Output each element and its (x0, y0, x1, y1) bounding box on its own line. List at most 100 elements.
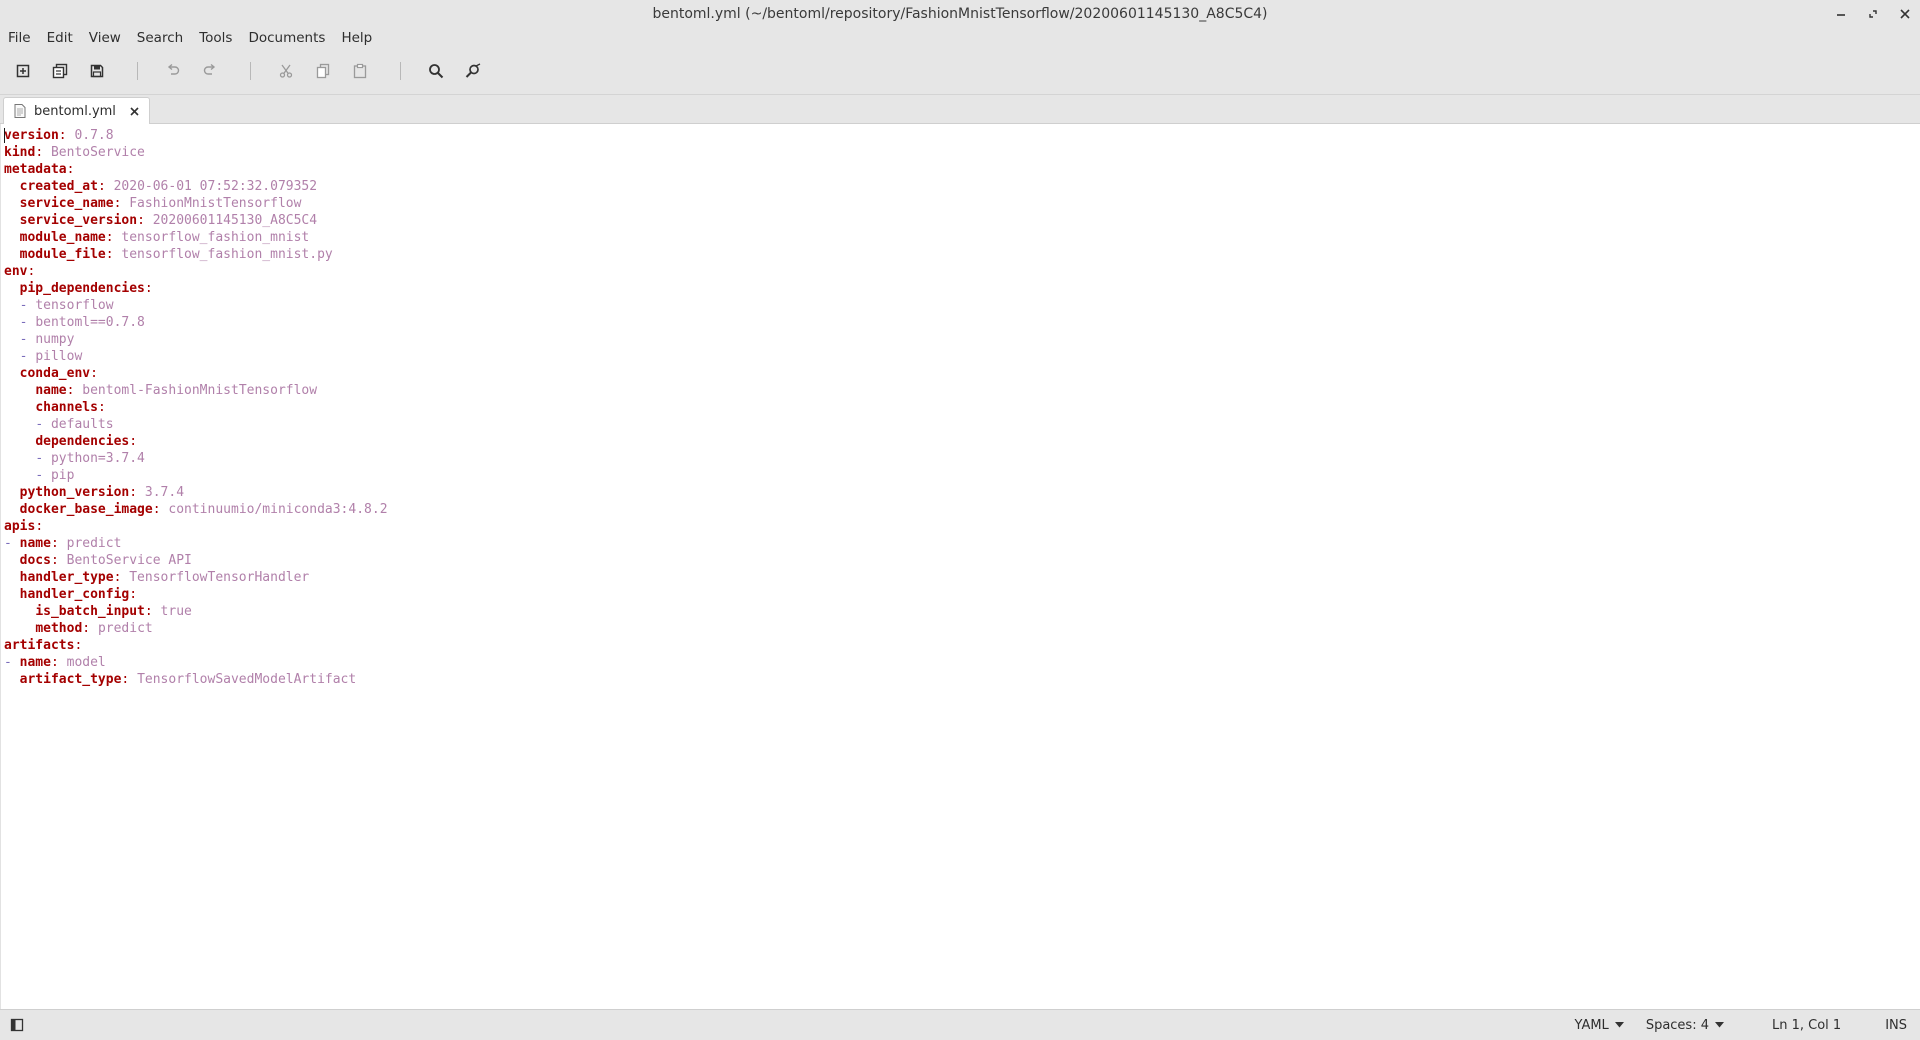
status-bar: YAML Spaces: 4 Ln 1, Col 1 INS (0, 1009, 1920, 1040)
minimize-button[interactable] (1832, 5, 1850, 23)
yaml-value: 2020-06-01 07:52:32.079352 (113, 179, 318, 194)
close-tab-icon[interactable] (130, 106, 139, 116)
save-document-icon (90, 64, 104, 78)
code-line[interactable]: handler_config: (4, 586, 388, 603)
side-panel-toggle-button[interactable] (8, 1016, 26, 1034)
code-line[interactable]: conda_env: (4, 365, 388, 382)
yaml-value: tensorflow_fashion_mnist.py (121, 247, 333, 262)
yaml-punctuation: : (50, 655, 67, 670)
cut-button[interactable] (273, 58, 299, 84)
code-line[interactable]: service_version: 20200601145130_A8C5C4 (4, 212, 388, 229)
yaml-list-dash: - (19, 298, 36, 313)
yaml-value: model (66, 655, 106, 670)
editor-area[interactable]: version: 0.7.8 kind: BentoService metadata… (0, 124, 1920, 1009)
copy-button[interactable] (310, 58, 336, 84)
paste-button[interactable] (347, 58, 373, 84)
yaml-key: docker_base_image (19, 502, 153, 517)
redo-icon (203, 63, 216, 75)
yaml-punctuation: : (35, 519, 44, 534)
yaml-value: predict (97, 621, 153, 636)
chevron-down-icon (1614, 1022, 1624, 1028)
menu-edit[interactable]: Edit (41, 28, 79, 48)
menu-tools[interactable]: Tools (193, 28, 238, 48)
menu-file[interactable]: File (2, 28, 37, 48)
code-line[interactable]: - bentoml==0.7.8 (4, 314, 388, 331)
close-window-button[interactable] (1896, 5, 1914, 23)
yaml-value: continuumio/miniconda3:4.8.2 (168, 502, 388, 517)
yaml-value: 3.7.4 (144, 485, 185, 500)
maximize-button[interactable] (1864, 5, 1882, 23)
code-line[interactable]: created_at: 2020-06-01 07:52:32.079352 (4, 178, 388, 195)
code-line[interactable]: - pip (4, 467, 388, 484)
code-line[interactable]: name: bentoml-FashionMnistTensorflow (4, 382, 388, 399)
yaml-key: conda_env (19, 366, 91, 381)
code-line[interactable]: is_batch_input: true (4, 603, 388, 620)
menu-documents[interactable]: Documents (242, 28, 331, 48)
code-line[interactable]: - tensorflow (4, 297, 388, 314)
yaml-key: service_name (19, 196, 114, 211)
restore-icon (1869, 10, 1877, 18)
yaml-list-dash: - (19, 349, 36, 364)
side-panel-icon (10, 1018, 24, 1032)
code-line[interactable]: module_file: tensorflow_fashion_mnist.py (4, 246, 388, 263)
cursor-position: Ln 1, Col 1 (1771, 1017, 1842, 1033)
yaml-key: python_version (19, 485, 130, 500)
code-text[interactable]: version: 0.7.8 kind: BentoService metadata… (4, 127, 388, 688)
code-line[interactable]: pip_dependencies: (4, 280, 388, 297)
code-line[interactable]: method: predict (4, 620, 388, 637)
code-line[interactable]: - name: model (4, 654, 388, 671)
code-line[interactable]: handler_type: TensorflowTensorHandler (4, 569, 388, 586)
code-line[interactable]: - name: predict (4, 535, 388, 552)
code-line[interactable]: python_version: 3.7.4 (4, 484, 388, 501)
replace-button[interactable] (460, 58, 486, 84)
toolbar-separator (137, 62, 138, 80)
code-line[interactable]: apis: (4, 518, 388, 535)
code-line[interactable]: - defaults (4, 416, 388, 433)
menu-search[interactable]: Search (131, 28, 189, 48)
code-line[interactable]: kind: BentoService (4, 144, 388, 161)
yaml-key: metadata (4, 162, 67, 177)
code-line[interactable]: version: 0.7.8 (4, 127, 388, 144)
code-line[interactable]: docs: BentoService API (4, 552, 388, 569)
open-document-button[interactable] (47, 58, 73, 84)
indent-selector[interactable]: Spaces: 4 (1646, 1018, 1724, 1033)
search-button[interactable] (423, 58, 449, 84)
code-line[interactable]: module_name: tensorflow_fashion_mnist (4, 229, 388, 246)
yaml-value: BentoService API (66, 553, 192, 568)
code-line[interactable]: dependencies: (4, 433, 388, 450)
language-selector[interactable]: YAML (1575, 1018, 1624, 1033)
tab-bentoml-yml[interactable]: bentoml.yml (3, 97, 150, 124)
code-line[interactable]: - python=3.7.4 (4, 450, 388, 467)
replace-icon (465, 63, 481, 78)
menu-help[interactable]: Help (335, 28, 378, 48)
code-line[interactable]: env: (4, 263, 388, 280)
menu-view[interactable]: View (83, 28, 127, 48)
redo-button[interactable] (197, 58, 223, 84)
yaml-value: 0.7.8 (74, 128, 114, 143)
new-document-button[interactable] (10, 58, 36, 84)
yaml-key: name (19, 655, 51, 670)
yaml-list-dash: - (4, 536, 20, 551)
code-line[interactable]: channels: (4, 399, 388, 416)
window-controls (1832, 0, 1914, 28)
code-line[interactable]: docker_base_image: continuumio/miniconda… (4, 501, 388, 518)
code-line[interactable]: artifact_type: TensorflowSavedModelArtif… (4, 671, 388, 688)
yaml-punctuation: : (97, 400, 106, 415)
undo-button[interactable] (160, 58, 186, 84)
yaml-punctuation: : (90, 366, 98, 381)
code-line[interactable]: - numpy (4, 331, 388, 348)
yaml-key: version (4, 128, 59, 143)
yaml-punctuation: : (113, 196, 130, 211)
code-line[interactable]: metadata: (4, 161, 388, 178)
save-document-button[interactable] (84, 58, 110, 84)
code-line[interactable]: service_name: FashionMnistTensorflow (4, 195, 388, 212)
code-line[interactable]: artifacts: (4, 637, 388, 654)
code-line[interactable]: - pillow (4, 348, 388, 365)
